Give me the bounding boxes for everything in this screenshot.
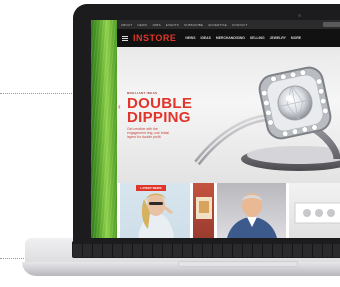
laptop-touchpad	[178, 261, 298, 267]
nav-item[interactable]: SELLING	[250, 36, 265, 40]
nav-item[interactable]: JEWELRY	[270, 36, 286, 40]
website: ABOUT NEWS JOBS EVENTS SUBSCRIBE ADVERTI…	[117, 20, 340, 238]
utility-link[interactable]: CONTACT	[232, 23, 248, 27]
utility-link[interactable]: SUBSCRIBE	[184, 23, 203, 27]
utility-link[interactable]: NEWS	[137, 23, 147, 27]
article-tile[interactable]	[289, 183, 340, 238]
man-portrait-image	[227, 193, 278, 238]
hero-headline[interactable]: DOUBLE DIPPING	[127, 96, 197, 125]
article-tiles: LATEST NEWS	[117, 183, 340, 238]
ring-image	[187, 55, 340, 175]
camera-icon	[298, 14, 301, 17]
utility-bar: ABOUT NEWS JOBS EVENTS SUBSCRIBE ADVERTI…	[117, 20, 340, 29]
grass-background	[91, 20, 117, 238]
utility-link[interactable]: JOBS	[152, 23, 161, 27]
utility-link[interactable]: ABOUT	[121, 23, 132, 27]
nav-item[interactable]: NEWS	[185, 36, 195, 40]
main-navbar: INSTORE NEWS IDEAS MERCHANDISING SELLING…	[117, 29, 340, 47]
article-tile[interactable]	[192, 183, 215, 238]
store-display-image	[195, 197, 212, 219]
carousel-prev-icon[interactable]: ‹	[118, 102, 121, 111]
woman-with-glasses-image	[138, 193, 174, 238]
nav-item[interactable]: IDEAS	[201, 36, 211, 40]
latest-news-badge: LATEST NEWS	[136, 185, 166, 191]
hero-banner[interactable]: ‹ BRILLIANT IDEAS DOUBLE DIPPING Get cre…	[117, 47, 340, 183]
search-input[interactable]	[323, 22, 340, 27]
jewelry-case-image	[294, 202, 340, 224]
utility-link[interactable]: ADVERTISE	[208, 23, 227, 27]
nav-item[interactable]: MORE	[291, 36, 301, 40]
article-tile[interactable]	[217, 183, 287, 238]
article-tile[interactable]: LATEST NEWS	[120, 183, 190, 238]
nav-menu: NEWS IDEAS MERCHANDISING SELLING JEWELRY…	[185, 36, 301, 40]
site-logo[interactable]: INSTORE	[133, 33, 176, 43]
laptop-screen: ABOUT NEWS JOBS EVENTS SUBSCRIBE ADVERTI…	[91, 20, 340, 238]
utility-link[interactable]: EVENTS	[166, 23, 179, 27]
hamburger-menu-icon[interactable]	[122, 35, 128, 41]
hero-description: Get creative with the engagement ring, u…	[127, 127, 170, 140]
nav-item[interactable]: MERCHANDISING	[216, 36, 245, 40]
product-photo: ABOUT NEWS JOBS EVENTS SUBSCRIBE ADVERTI…	[0, 0, 340, 287]
guide-line-top	[0, 93, 76, 94]
